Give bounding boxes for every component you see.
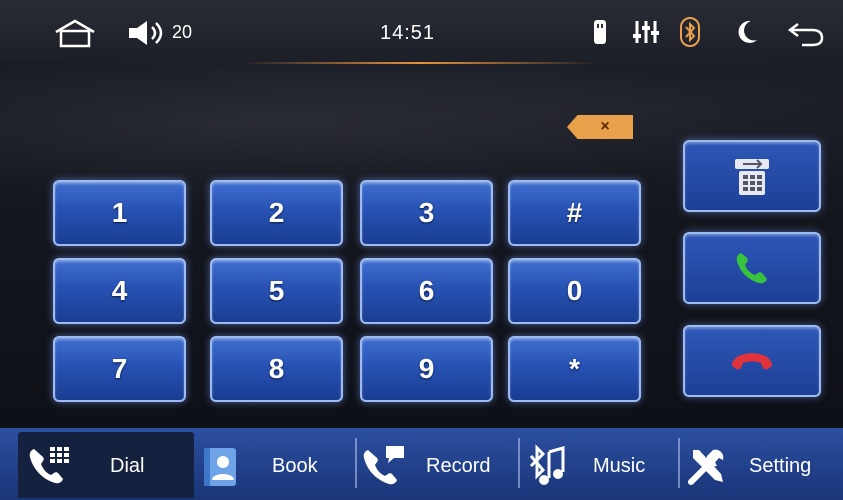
call-record-icon [363,446,404,485]
volume-icon[interactable] [125,18,169,48]
nav-divider [355,438,357,488]
key-3[interactable]: 3 [360,180,493,246]
delete-button[interactable]: × [567,115,633,139]
key-0[interactable]: 0 [508,258,641,324]
nav-book[interactable]: Book [200,432,350,500]
nav-record[interactable]: Record [360,432,515,500]
nav-dial[interactable]: Dial [26,432,194,500]
status-bar: 20 14:51 [0,0,843,62]
home-icon[interactable] [52,18,98,48]
key-7[interactable]: 7 [53,336,186,402]
key-9[interactable]: 9 [360,336,493,402]
volume-level: 20 [172,22,193,42]
hangup-button[interactable] [683,325,821,397]
status-divider [240,62,600,64]
nav-dial-label: Dial [110,454,145,477]
key-1[interactable]: 1 [53,180,186,246]
delete-icon: × [600,118,610,135]
equalizer-icon[interactable] [633,18,659,46]
key-4[interactable]: 4 [53,258,186,324]
nav-setting-label: Setting [749,454,812,477]
dialer-screen: 20 14:51 × 1 2 3 # 4 5 6 0 7 8 9 * Dial … [0,0,843,500]
nav-book-label: Book [272,454,318,477]
clock: 14:51 [380,22,436,44]
night-mode-icon[interactable] [735,18,759,46]
dialpad-icon [29,447,69,484]
key-5[interactable]: 5 [210,258,343,324]
nav-music-label: Music [593,454,646,477]
key-8[interactable]: 8 [210,336,343,402]
nav-setting[interactable]: Setting [685,432,841,500]
back-icon[interactable] [786,18,826,48]
phone-transfer-button[interactable] [683,140,821,212]
call-icon [736,253,767,284]
bluetooth-icon[interactable] [680,17,700,47]
nav-divider [518,438,520,488]
key-star[interactable]: * [508,336,641,402]
hangup-icon [732,353,772,370]
nav-music[interactable]: Music [525,432,675,500]
nav-divider [678,438,680,488]
key-hash[interactable]: # [508,180,641,246]
call-button[interactable] [683,232,821,304]
contacts-book-icon [204,448,236,486]
usb-icon [592,18,608,46]
phone-transfer-icon [735,159,769,195]
bluetooth-music-icon [529,444,565,485]
nav-record-label: Record [426,454,491,477]
tools-settings-icon [688,449,724,485]
key-2[interactable]: 2 [210,180,343,246]
key-6[interactable]: 6 [360,258,493,324]
